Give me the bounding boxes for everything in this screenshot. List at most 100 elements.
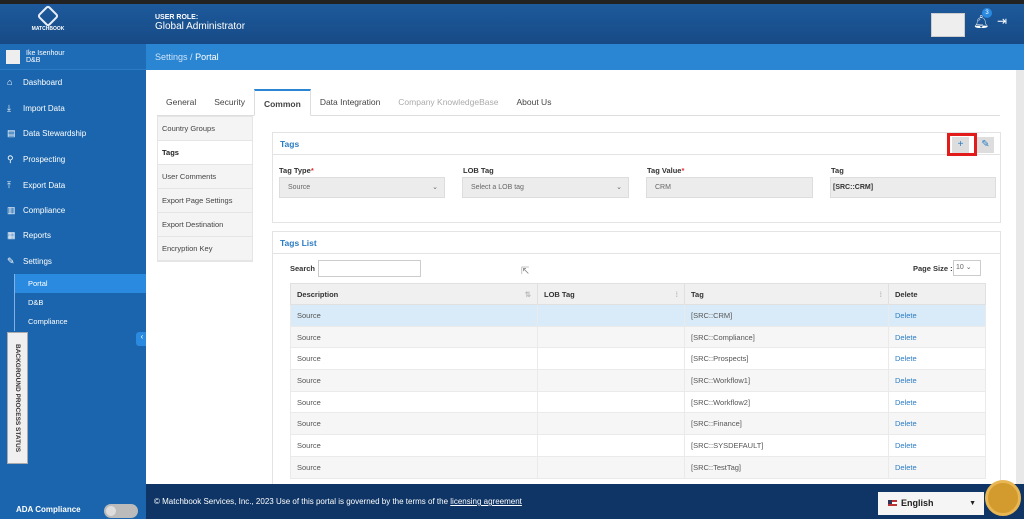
user-role-value: Global Administrator [155,21,245,32]
sidebar-item-compliance[interactable]: ▥Compliance [0,201,146,219]
dashboard-icon: ⌂ [7,77,19,87]
submenu-tags[interactable]: Tags [158,141,252,165]
cell-description: Source [291,370,538,392]
scrollbar[interactable] [1016,70,1024,484]
sidebar-subitem-db[interactable]: D&B [14,293,146,312]
cell-lob-tag [538,456,685,478]
tag-value-label: Tag Value* [647,166,684,175]
tab-company-knowledgebase[interactable]: Company KnowledgeBase [389,89,507,115]
settings-tabs: General Security Common Data Integration… [157,89,1000,116]
logo-text: MATCHBOOK [32,26,65,32]
page-size-select[interactable]: 10 ⌄ [953,260,981,276]
tags-panel: Tags + ✎ Tag Type* Source⌄ LOB Tag Selec… [272,132,1001,223]
tag-result: [SRC::CRM] [830,177,996,198]
mouse-cursor: ⇱ [521,266,529,277]
cell-tag: [SRC::CRM] [685,305,889,327]
sidebar-item-label: Settings [23,257,52,266]
delete-link[interactable]: Delete [889,391,986,413]
table-row[interactable]: Source[SRC::Workflow1]Delete [291,370,986,392]
notification-badge: 3 [982,8,992,18]
lob-tag-label: LOB Tag [463,166,494,175]
submenu-country-groups[interactable]: Country Groups [158,117,252,141]
delete-link[interactable]: Delete [889,435,986,457]
table-row[interactable]: Source [SRC::Workflow2]Delete [291,391,986,413]
delete-link[interactable]: Delete [889,348,986,370]
lob-tag-select[interactable]: Select a LOB tag⌄ [462,177,629,198]
table-row[interactable]: Source[SRC::Finance]Delete [291,413,986,435]
table-row[interactable]: Source[SRC::Prospects]Delete [291,348,986,370]
tab-security[interactable]: Security [205,89,254,115]
sidebar-item-label: Reports [23,231,51,240]
sidebar-item-dashboard[interactable]: ⌂ Dashboard [0,73,146,91]
breadcrumb-settings[interactable]: Settings [155,52,188,62]
cell-description: Source [291,305,538,327]
cell-description: Source [291,391,538,413]
sidebar-item-import-data[interactable]: ⤓Import Data [0,99,146,117]
submenu-user-comments[interactable]: User Comments [158,165,252,189]
sidebar-item-settings[interactable]: ✎Settings [0,252,146,270]
submenu-export-destination[interactable]: Export Destination [158,213,252,237]
table-row[interactable]: Source [SRC::TestTag]Delete [291,456,986,478]
column-delete: Delete [889,284,986,305]
column-description[interactable]: Description⇅ [291,284,538,305]
tags-list-title: Tags List [273,232,1000,254]
sidebar-subitem-portal[interactable]: Portal [14,274,146,293]
matchbook-logo[interactable]: MATCHBOOK [30,8,66,32]
ada-compliance-toggle[interactable] [104,504,138,518]
column-lob-tag[interactable]: LOB Tag⁞ [538,284,685,305]
tab-data-integration[interactable]: Data Integration [311,89,389,115]
export-data-icon: ⤒ [7,180,19,191]
background-process-status-tab[interactable]: BACKGROUND PROCESS STATUS [7,332,28,464]
sidebar-item-label: Dashboard [23,78,62,87]
sidebar-item-label: Export Data [23,181,65,190]
breadcrumb: Settings / Portal [146,44,1024,70]
tag-value-input[interactable]: CRM [646,177,813,198]
tab-general[interactable]: General [157,89,205,115]
table-row[interactable]: Source [SRC::CRM]Delete [291,305,986,327]
submenu-encryption-key[interactable]: Encryption Key [158,237,252,261]
cell-description: Source [291,413,538,435]
sidebar-item-label: Compliance [23,206,65,215]
column-tag[interactable]: Tag⁞ [685,284,889,305]
sort-icon: ⁞ [880,290,883,299]
edit-tag-button[interactable]: ✎ [977,137,994,153]
cell-description: Source [291,456,538,478]
organization-logo [931,13,965,37]
sidebar-item-label: Prospecting [23,155,65,164]
common-submenu: Country Groups Tags User Comments Export… [157,116,253,262]
sidebar-item-data-stewardship[interactable]: ▤Data Stewardship [0,124,146,142]
submenu-export-page-settings[interactable]: Export Page Settings [158,189,252,213]
tags-list-panel: Tags List Search Page Size : 10 ⌄ Descri… [272,231,1001,491]
delete-link[interactable]: Delete [889,413,986,435]
delete-link[interactable]: Delete [889,326,986,348]
table-row[interactable]: Source[SRC::Compliance]Delete [291,326,986,348]
matchbook-help-icon[interactable] [985,480,1021,516]
tags-table: Description⇅ LOB Tag⁞ Tag⁞ Delete Source… [290,283,986,479]
sidebar-item-prospecting[interactable]: ⚲Prospecting [0,150,146,168]
tab-about-us[interactable]: About Us [507,89,560,115]
cell-tag: [SRC::Workflow2] [685,391,889,413]
tag-type-select[interactable]: Source⌄ [279,177,445,198]
delete-link[interactable]: Delete [889,305,986,327]
sidebar-item-export-data[interactable]: ⤒ Export Data [0,176,146,194]
caret-down-icon: ▼ [969,492,976,515]
user-role: USER ROLE:Global Administrator [155,14,245,32]
logout-icon[interactable]: ⇥ [997,14,1007,28]
cell-lob-tag [538,435,685,457]
top-bar: MATCHBOOK USER ROLE:Global Administrator [0,4,1024,44]
delete-link[interactable]: Delete [889,456,986,478]
search-input[interactable] [318,260,421,277]
tab-common[interactable]: Common [254,89,311,116]
cell-tag: [SRC::TestTag] [685,456,889,478]
sidebar-subitem-compliance[interactable]: Compliance [14,312,146,331]
cell-description: Source [291,348,538,370]
cell-description: Source [291,326,538,348]
user-info[interactable]: Ike IsenhourD&B [0,44,146,70]
sidebar-item-reports[interactable]: ▦Reports [0,226,146,244]
table-row[interactable]: Source[SRC::SYSDEFAULT]Delete [291,435,986,457]
delete-link[interactable]: Delete [889,370,986,392]
cell-lob-tag [538,348,685,370]
licensing-agreement-link[interactable]: licensing agreement [450,497,522,506]
language-select[interactable]: English▼ [878,492,984,515]
avatar [6,50,20,64]
